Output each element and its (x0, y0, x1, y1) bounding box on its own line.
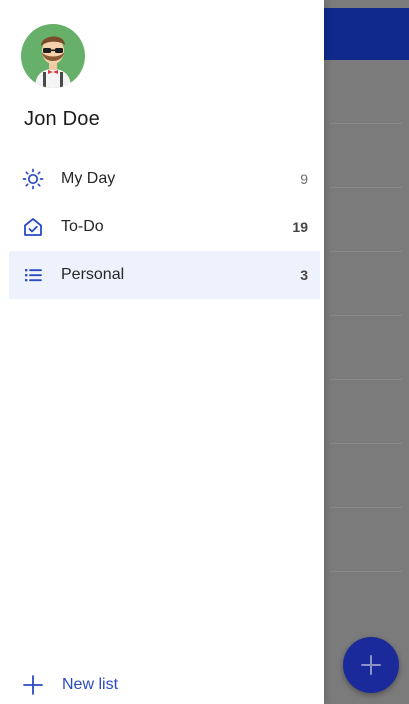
person-with-sunglasses-avatar-icon (35, 36, 71, 88)
plus-icon (22, 674, 44, 696)
plus-icon (361, 655, 381, 675)
sun-icon (22, 168, 44, 190)
new-list-button[interactable]: New list (22, 672, 118, 698)
nav-item-label: Personal (61, 266, 125, 283)
background-divider (330, 379, 402, 380)
background-divider (330, 507, 402, 508)
nav-item-count: 19 (292, 219, 308, 235)
background-divider (330, 123, 402, 124)
screen: Jon Doe My Day 9 To-Do 19 Personal 3 New… (0, 0, 409, 704)
background-divider (330, 571, 402, 572)
add-task-fab[interactable] (343, 637, 399, 693)
nav-item-count: 3 (300, 267, 308, 283)
nav-item-label: To-Do (61, 218, 104, 235)
background-divider (330, 187, 402, 188)
background-divider (330, 251, 402, 252)
new-list-label: New list (62, 676, 119, 693)
user-name: Jon Doe (24, 108, 100, 130)
nav-list: My Day 9 To-Do 19 Personal 3 (9, 155, 320, 299)
background-divider (330, 443, 402, 444)
avatar[interactable] (21, 24, 85, 88)
nav-item-my-day[interactable]: My Day 9 (9, 155, 320, 203)
nav-item-personal[interactable]: Personal 3 (9, 251, 320, 299)
list-icon (22, 264, 44, 286)
navigation-drawer: Jon Doe My Day 9 To-Do 19 Personal 3 New… (0, 0, 324, 704)
nav-item-label: My Day (61, 170, 116, 187)
nav-item-to-do[interactable]: To-Do 19 (9, 203, 320, 251)
home-check-icon (22, 216, 44, 238)
background-divider (330, 315, 402, 316)
nav-item-count: 9 (300, 171, 308, 187)
